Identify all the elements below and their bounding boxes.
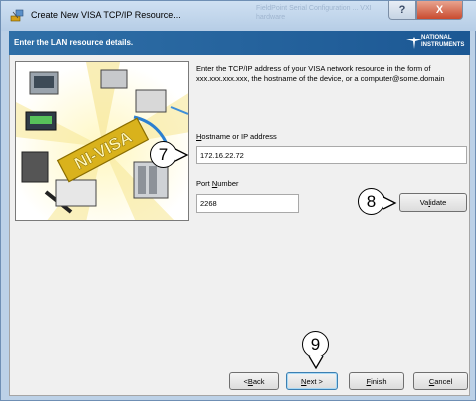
instructions-text: Enter the TCP/IP address of your VISA ne… <box>196 64 445 83</box>
eagle-logo-icon <box>406 37 422 49</box>
logo-text: NATIONAL INSTRUMENTS <box>421 35 465 48</box>
cancel-button[interactable]: Cancel <box>413 372 468 390</box>
help-button[interactable]: ? <box>388 1 416 20</box>
dialog-window: Create New VISA TCP/IP Resource... Field… <box>0 0 476 401</box>
finish-button[interactable]: Finish <box>349 372 404 390</box>
hostname-input[interactable]: 172.16.22.72 <box>196 146 467 164</box>
visa-app-icon <box>10 9 24 22</box>
callout-9-pointer-icon <box>308 356 324 370</box>
window-title: Create New VISA TCP/IP Resource... <box>31 10 181 20</box>
callout-9: 9 <box>302 331 329 358</box>
national-instruments-logo: NATIONAL INSTRUMENTS <box>406 34 464 52</box>
wizard-content: NI-VISA Enter the TCP/IP address of your… <box>9 55 470 396</box>
back-button[interactable]: < Back <box>229 372 279 390</box>
callout-8: 8 <box>358 188 385 215</box>
port-label: Port Number <box>196 179 239 188</box>
next-button[interactable]: Next > <box>286 372 338 390</box>
page-header: Enter the LAN resource details. NATIONAL… <box>9 31 470 55</box>
validate-button[interactable]: Va l idate <box>399 193 467 212</box>
header-title: Enter the LAN resource details. <box>14 38 134 47</box>
callout-8-pointer-icon <box>383 196 397 210</box>
callout-7: 7 <box>150 141 177 168</box>
hostname-label: Hostname or IP address <box>196 132 277 141</box>
close-button[interactable]: X <box>416 1 463 20</box>
background-window-text: FieldPoint Serial Configuration ... VXI … <box>256 5 372 21</box>
title-bar[interactable]: Create New VISA TCP/IP Resource... Field… <box>1 1 476 31</box>
callout-7-pointer-icon <box>175 148 189 162</box>
port-input[interactable]: 2268 <box>196 194 299 213</box>
